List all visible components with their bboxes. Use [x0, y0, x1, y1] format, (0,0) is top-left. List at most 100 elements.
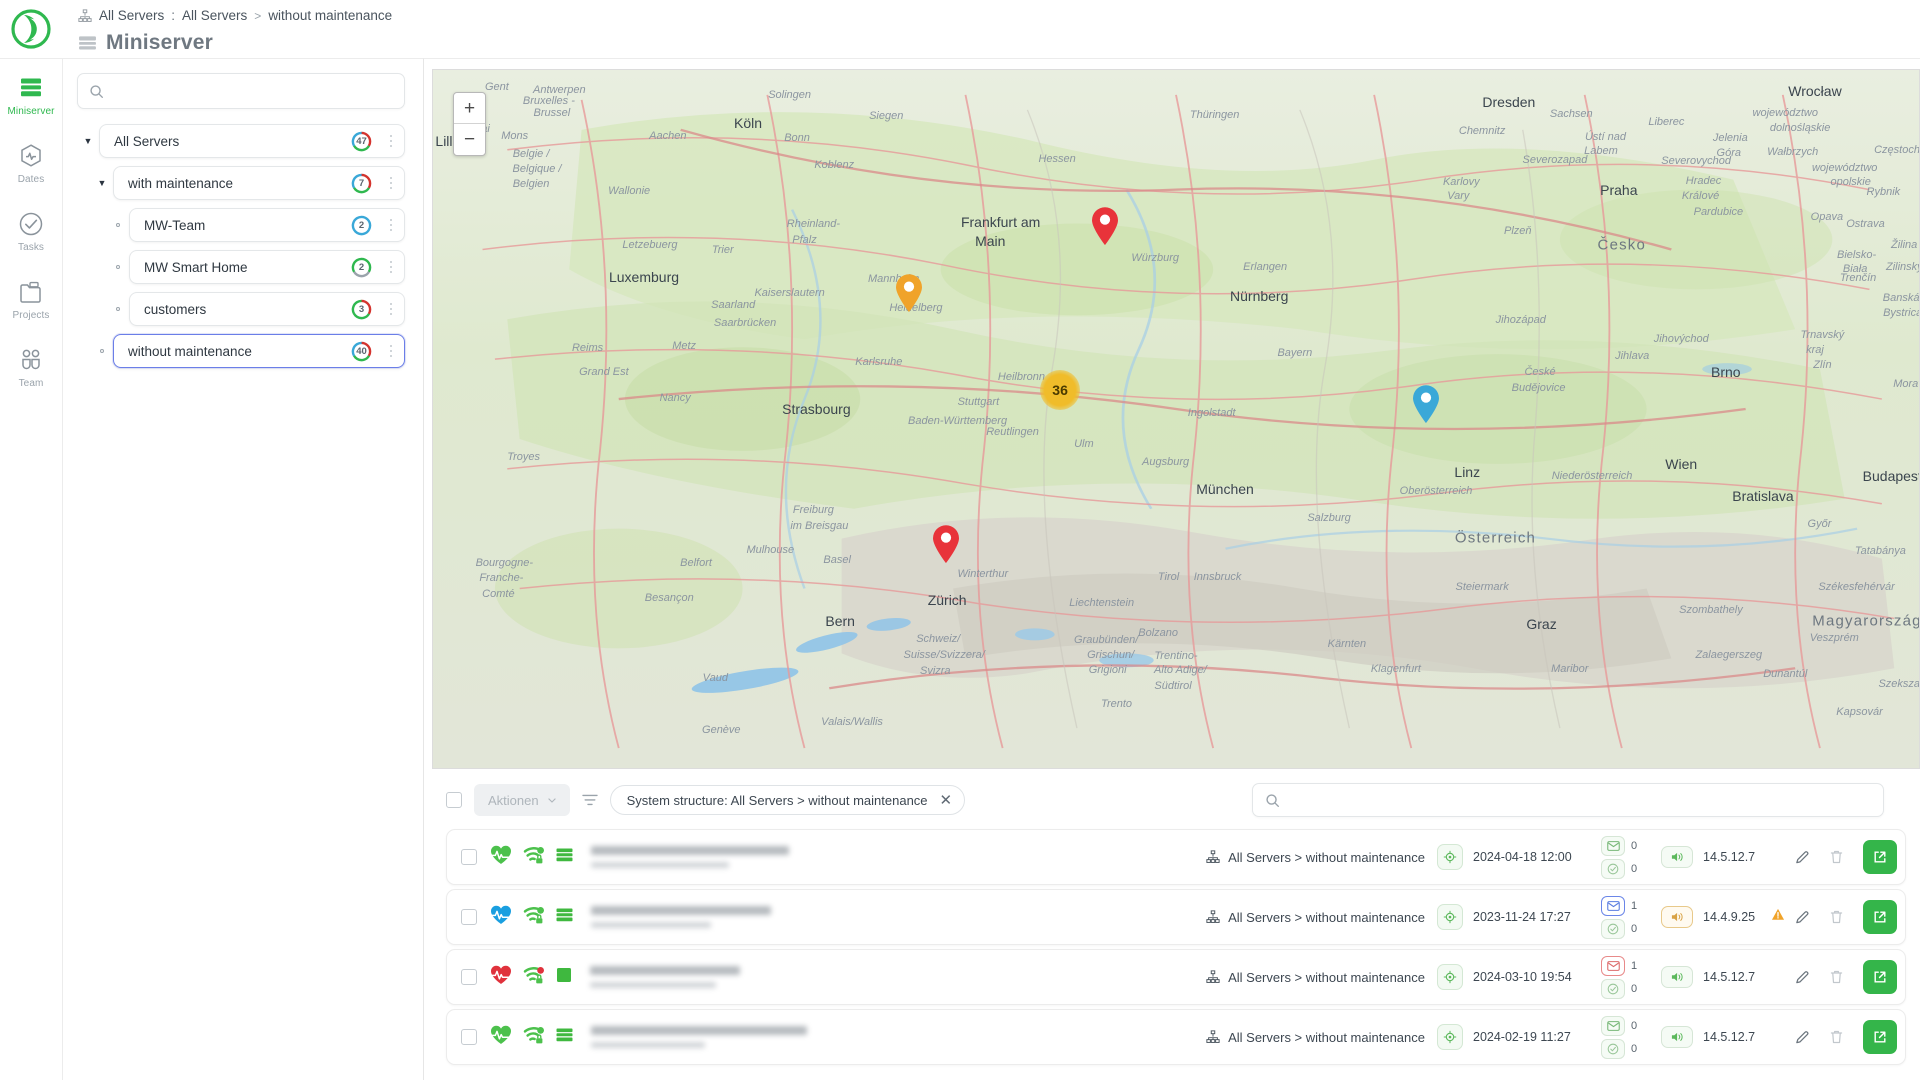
table-search-input[interactable]	[1289, 792, 1871, 808]
row-task-badge[interactable]: 0	[1601, 978, 1639, 999]
row-open-button[interactable]	[1863, 840, 1897, 874]
row-sound-button[interactable]	[1661, 846, 1693, 868]
table-row[interactable]: All Servers > without maintenance 2024-03…	[446, 949, 1906, 1005]
table-search[interactable]	[1252, 783, 1884, 817]
row-sound-button[interactable]	[1661, 906, 1693, 928]
sidebar-item-tasks[interactable]: Tasks	[3, 211, 59, 253]
actions-button[interactable]: Aktionen	[474, 784, 570, 816]
table-row[interactable]: All Servers > without maintenance 2024-02…	[446, 1009, 1906, 1065]
row-mail-badge[interactable]: 0	[1601, 1015, 1639, 1036]
sidebar-item-miniserver[interactable]: Miniserver	[3, 75, 59, 117]
tree-search-input[interactable]	[112, 83, 393, 99]
kebab-menu-icon[interactable]	[380, 344, 398, 358]
map-place-label: München	[1196, 481, 1254, 498]
app-logo[interactable]	[0, 0, 62, 58]
row-edit-button[interactable]	[1785, 1029, 1819, 1046]
row-delete-button[interactable]	[1819, 849, 1853, 865]
map-place-label: Bolzano	[1138, 627, 1179, 640]
sidebar-item-team[interactable]: Team	[3, 347, 59, 389]
filter-button[interactable]	[581, 793, 598, 807]
map-place-label: Chemnitz	[1458, 125, 1506, 138]
tree-node[interactable]: MW-Team 2	[107, 208, 405, 242]
connection-status[interactable]	[523, 905, 545, 930]
row-open-button[interactable]	[1863, 900, 1897, 934]
connection-status[interactable]	[523, 965, 545, 990]
row-delete-button[interactable]	[1819, 1029, 1853, 1045]
row-edit-button[interactable]	[1785, 849, 1819, 866]
marker-frankfurt[interactable]	[1090, 206, 1120, 251]
sidebar-item-projects[interactable]: Projects	[3, 279, 59, 321]
kebab-menu-icon[interactable]	[380, 134, 398, 148]
speaker-icon	[1671, 912, 1683, 922]
table-row[interactable]: All Servers > without maintenance 2024-04…	[446, 829, 1906, 885]
sidebar-item-dates[interactable]: Dates	[3, 143, 59, 185]
kebab-menu-icon[interactable]	[380, 260, 398, 274]
tree-node[interactable]: ▼ with maintenance 7	[91, 166, 405, 200]
row-open-button[interactable]	[1863, 1020, 1897, 1054]
breadcrumb-level1[interactable]: All Servers	[182, 8, 247, 23]
heartbeat-status[interactable]	[490, 845, 512, 870]
connection-status[interactable]	[523, 1025, 545, 1050]
row-mail-badge[interactable]: 0	[1601, 835, 1639, 856]
kebab-menu-icon[interactable]	[380, 218, 398, 232]
tree-node-chip[interactable]: without maintenance 40	[113, 334, 405, 368]
kebab-menu-icon[interactable]	[380, 176, 398, 190]
tree-node[interactable]: without maintenance 40	[91, 334, 405, 368]
row-status-pill[interactable]	[1437, 844, 1463, 870]
connection-status[interactable]	[523, 845, 545, 870]
map-place-label: Saarland	[711, 299, 756, 312]
sitemap-icon	[1206, 970, 1220, 983]
close-icon[interactable]: ✕	[940, 793, 953, 808]
heartbeat-status[interactable]	[490, 965, 512, 990]
row-sound-button[interactable]	[1661, 966, 1693, 988]
map-place-label: Bonn	[784, 132, 810, 145]
tree-node[interactable]: ▼ All Servers 47	[77, 124, 405, 158]
active-filter-chip[interactable]: System structure: All Servers > without …	[609, 785, 966, 815]
marker-zurich[interactable]	[931, 524, 961, 569]
row-delete-button[interactable]	[1819, 909, 1853, 925]
tree-node-chip[interactable]: MW-Team 2	[129, 208, 405, 242]
tree-node[interactable]: MW Smart Home 2	[107, 250, 405, 284]
marker-mannheim[interactable]	[894, 273, 924, 318]
map-panel[interactable]: Dresden Wrocław Częstochowa Köln Solingen Ant…	[432, 69, 1920, 769]
select-all-checkbox[interactable]	[446, 792, 462, 808]
chevron-down-icon[interactable]: ▼	[91, 178, 113, 188]
breadcrumb-level2[interactable]: without maintenance	[268, 8, 392, 23]
map-zoom-out-button[interactable]: −	[454, 124, 485, 155]
row-mail-badge[interactable]: 1	[1601, 895, 1639, 916]
row-delete-button[interactable]	[1819, 969, 1853, 985]
row-edit-button[interactable]	[1785, 969, 1819, 986]
row-checkbox[interactable]	[461, 969, 477, 985]
row-checkbox[interactable]	[461, 909, 477, 925]
chevron-down-icon[interactable]: ▼	[77, 136, 99, 146]
row-mail-badge[interactable]: 1	[1601, 955, 1639, 976]
row-edit-button[interactable]	[1785, 909, 1819, 926]
map-place-label: Reutlingen	[986, 425, 1039, 438]
cluster-36[interactable]: 36	[1040, 369, 1081, 410]
row-task-badge[interactable]: 0	[1601, 858, 1639, 879]
table-row[interactable]: All Servers > without maintenance 2023-11…	[446, 889, 1906, 945]
heartbeat-status[interactable]	[490, 1025, 512, 1050]
row-status-pill[interactable]	[1437, 1024, 1463, 1050]
heartbeat-status[interactable]	[490, 905, 512, 930]
kebab-menu-icon[interactable]	[380, 302, 398, 316]
tree-node[interactable]: customers 3	[107, 292, 405, 326]
tree-node-chip[interactable]: customers 3	[129, 292, 405, 326]
marker-linz[interactable]	[1411, 384, 1441, 429]
tree-search[interactable]	[77, 73, 405, 109]
tree-node-chip[interactable]: All Servers 47	[99, 124, 405, 158]
row-task-badge[interactable]: 0	[1601, 918, 1639, 939]
row-sound-button[interactable]	[1661, 1026, 1693, 1048]
row-task-badge[interactable]: 0	[1601, 1038, 1639, 1059]
row-checkbox[interactable]	[461, 1029, 477, 1045]
row-checkbox[interactable]	[461, 849, 477, 865]
row-open-button[interactable]	[1863, 960, 1897, 994]
row-status-pill[interactable]	[1437, 904, 1463, 930]
row-status-pill[interactable]	[1437, 964, 1463, 990]
task-badge-count: 0	[1631, 922, 1638, 935]
tree-node-chip[interactable]: with maintenance 7	[113, 166, 405, 200]
map-zoom-controls[interactable]: + −	[453, 92, 486, 156]
breadcrumb-root[interactable]: All Servers	[99, 8, 164, 23]
tree-node-chip[interactable]: MW Smart Home 2	[129, 250, 405, 284]
map-zoom-in-button[interactable]: +	[454, 93, 485, 124]
